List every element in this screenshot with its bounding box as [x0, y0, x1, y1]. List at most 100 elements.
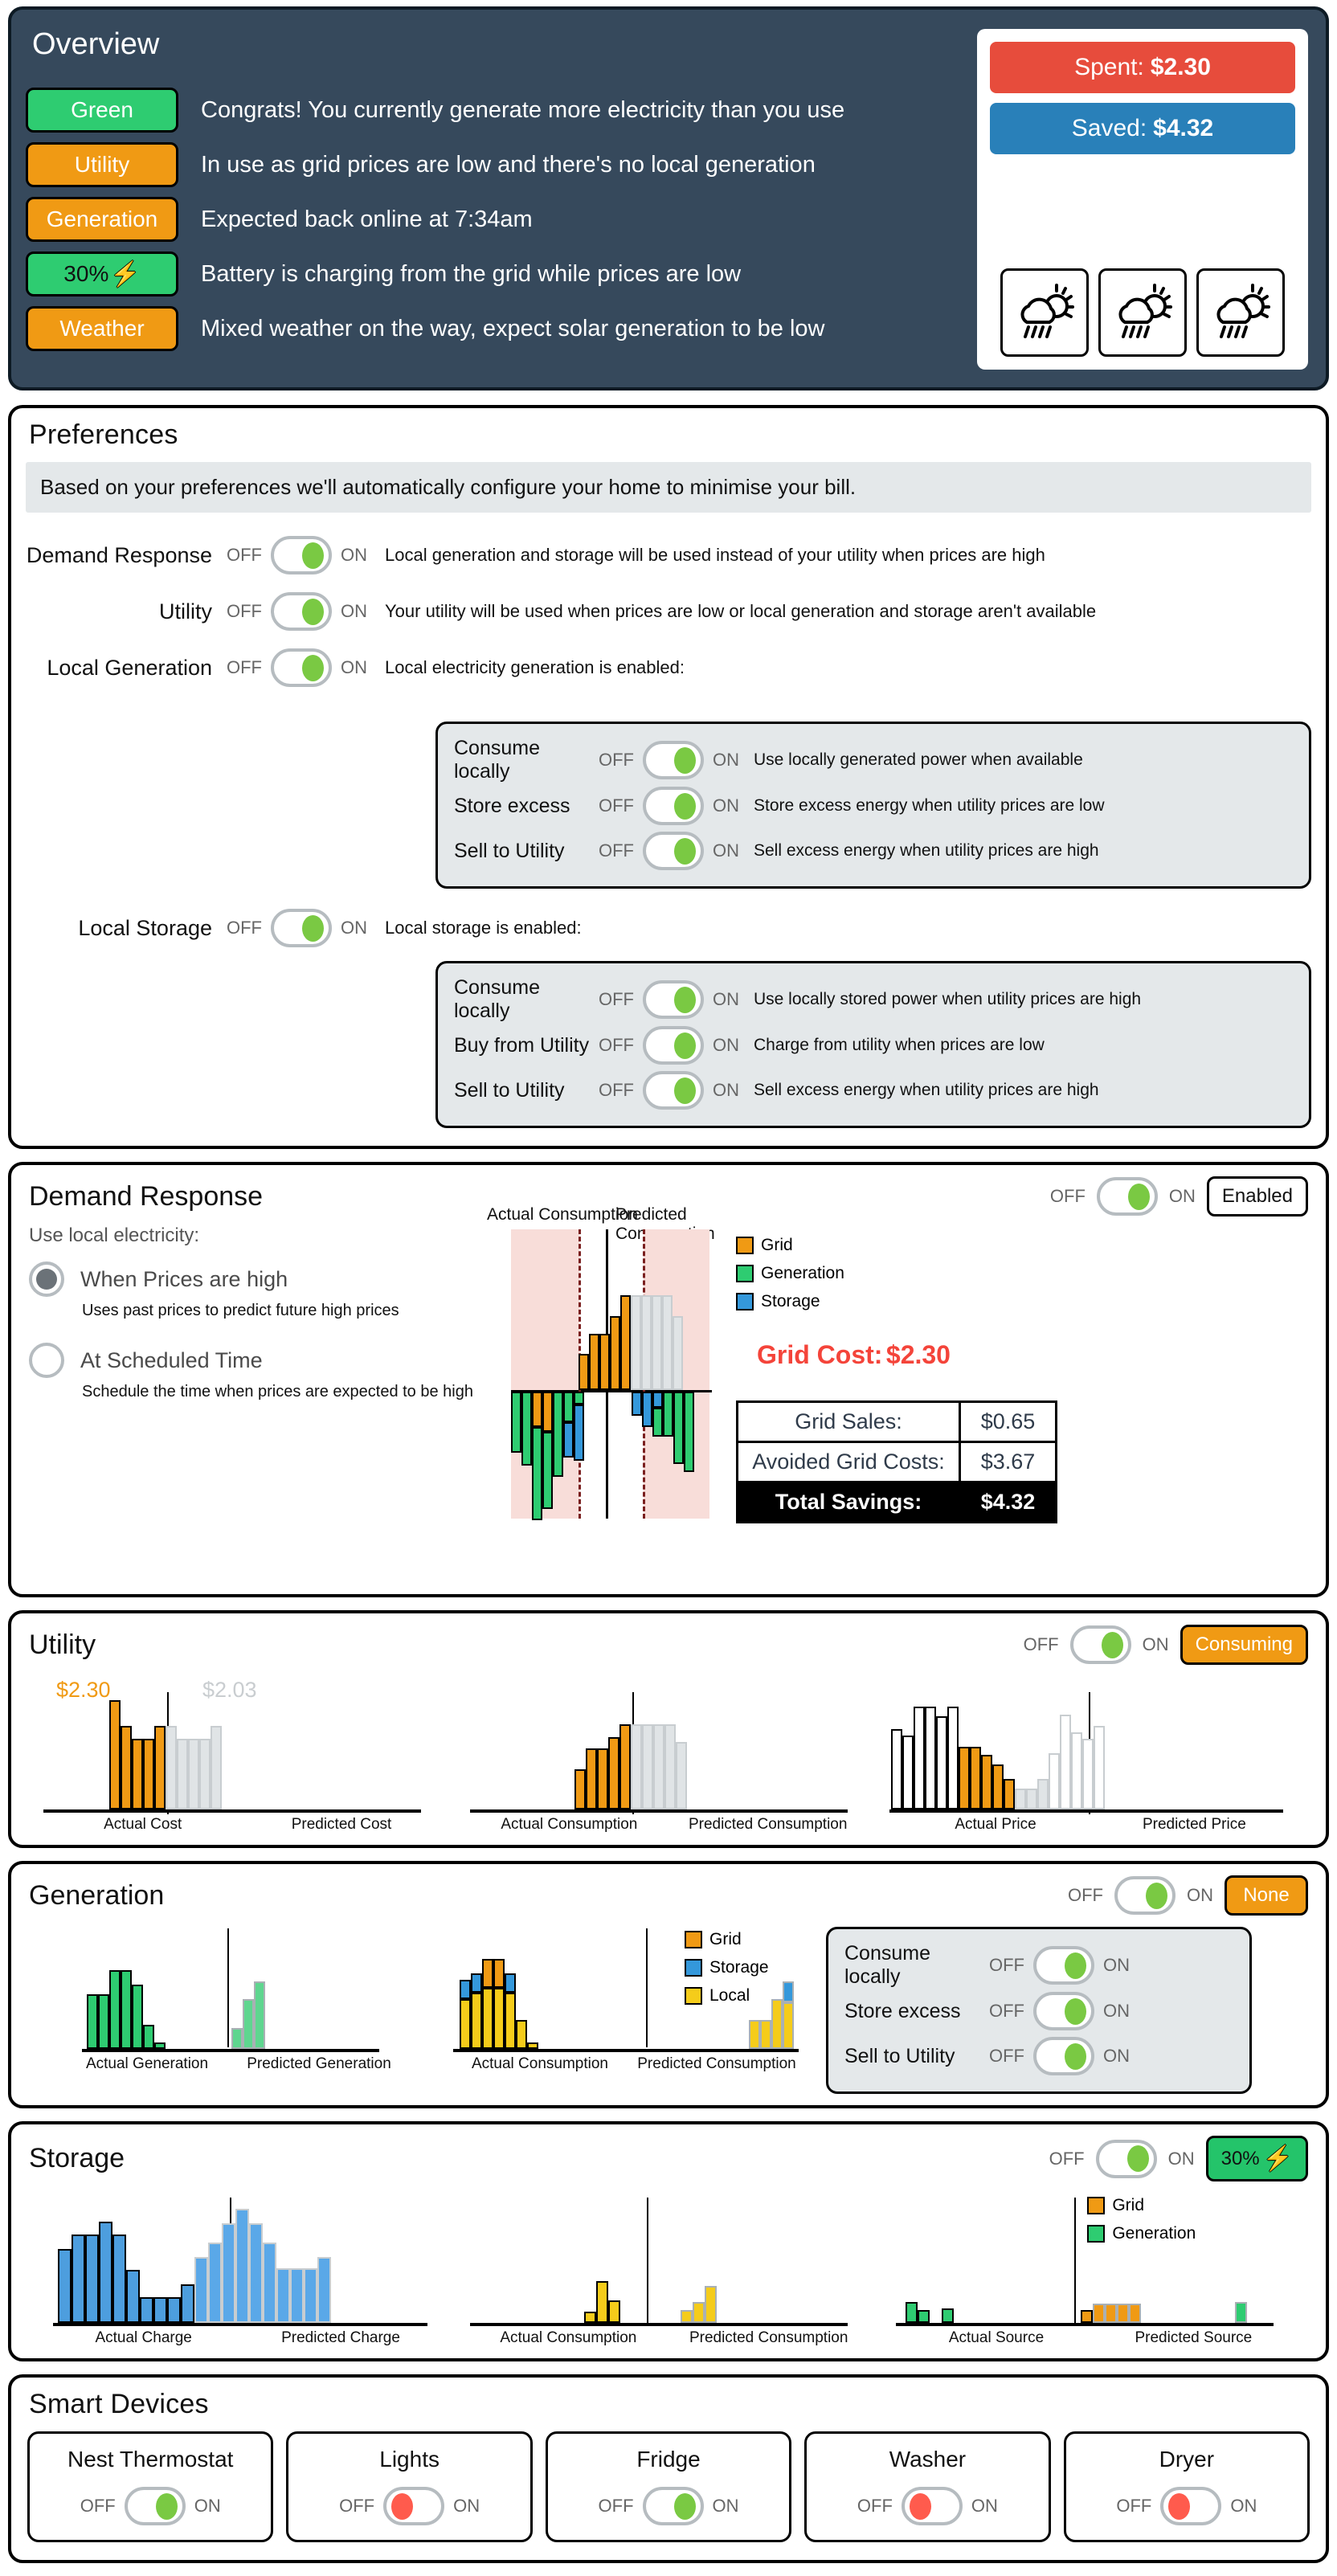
- switch-generation-sell-to-utility[interactable]: [643, 832, 704, 870]
- bar-actual-charge: [126, 2270, 140, 2323]
- bar-actual-consumption: [583, 2312, 596, 2323]
- weather-card-2[interactable]: [1098, 268, 1187, 357]
- bar-generation: [918, 2310, 930, 2323]
- switch-generation-consume-locally[interactable]: [643, 741, 704, 779]
- toggle-dryer[interactable]: OFF ON: [1116, 2487, 1257, 2525]
- bar-grid: [1117, 2304, 1130, 2323]
- switch-generation-store-excess[interactable]: [643, 787, 704, 825]
- utility-status-pill[interactable]: Consuming: [1180, 1625, 1308, 1665]
- toggle-lights[interactable]: OFF ON: [339, 2487, 480, 2525]
- storage-consumption-captions: Actual Consumption Predicted Consumption: [456, 2329, 882, 2347]
- switch-knob: [155, 2492, 178, 2520]
- switch-demand-response[interactable]: [271, 536, 332, 574]
- legend-label-storage: Storage: [761, 1292, 820, 1310]
- toggle-generation-store-excess[interactable]: OFF ON: [599, 787, 739, 825]
- bar-actual-cost: [109, 1700, 121, 1809]
- toggle-utility[interactable]: OFF ON: [227, 592, 367, 631]
- switch-demand-response-section[interactable]: [1096, 1177, 1158, 1216]
- switch-local-storage[interactable]: [271, 909, 332, 947]
- legend-item-storage: Storage: [736, 1292, 844, 1311]
- radio-row-when-prices-high[interactable]: When Prices are high: [29, 1261, 511, 1297]
- bar-predicted-price: [1071, 1732, 1083, 1809]
- toggle-demand-response[interactable]: OFF ON: [227, 536, 367, 574]
- off-label: OFF: [1049, 1186, 1086, 1206]
- toggle-generation-consume-locally[interactable]: OFF ON: [599, 741, 739, 779]
- switch-gen-consume-locally[interactable]: [1033, 1946, 1094, 1985]
- generation-subpanel: Consume locally OFF ON Store excess OFF …: [826, 1927, 1252, 2094]
- generation-controls: OFF ON None: [1068, 1875, 1308, 1916]
- bar-actual-charge: [181, 2284, 194, 2323]
- switch-generation-section[interactable]: [1114, 1876, 1175, 1915]
- toggle-gen-sell-to-utility[interactable]: OFF ON: [989, 2037, 1130, 2075]
- generation-title: Generation: [29, 1879, 165, 1911]
- switch-utility-section[interactable]: [1069, 1625, 1131, 1664]
- toggle-local-storage[interactable]: OFF ON: [227, 909, 367, 947]
- toggle-gen-consume-locally[interactable]: OFF ON: [989, 1946, 1130, 1985]
- weather-card-1[interactable]: [1000, 268, 1089, 357]
- bar-actual-consumption: [607, 2300, 620, 2323]
- smart-devices-list: Nest Thermostat OFF ON Lights OFF ON Fri…: [11, 2420, 1326, 2560]
- switch-lights[interactable]: [383, 2487, 445, 2525]
- radio-at-scheduled-time[interactable]: [29, 1343, 64, 1378]
- switch-dryer[interactable]: [1160, 2487, 1222, 2525]
- weather-card-3[interactable]: [1196, 268, 1285, 357]
- toggle-fridge[interactable]: OFF ON: [599, 2487, 739, 2525]
- storage-status-pill[interactable]: 30% ⚡: [1205, 2136, 1308, 2181]
- switch-gen-store-excess[interactable]: [1033, 1992, 1094, 2030]
- switch-knob: [1065, 2042, 1086, 2070]
- switch-local-generation[interactable]: [271, 648, 332, 687]
- spent-bar: Spent: $2.30: [990, 42, 1295, 93]
- caption-predicted-generation: Predicted Generation: [247, 2055, 391, 2072]
- utility-consumption-captions: Actual Consumption Predicted Consumption: [456, 1816, 882, 1834]
- status-badge-green[interactable]: Green: [26, 88, 178, 133]
- bar-predicted-cost: [177, 1739, 188, 1809]
- toggle-nest-thermostat[interactable]: OFF ON: [80, 2487, 221, 2525]
- bar-stack: [632, 1392, 642, 1416]
- toggle-storage-buy-from-utility[interactable]: OFF ON: [599, 1026, 739, 1065]
- toggle-storage-consume-locally[interactable]: OFF ON: [599, 980, 739, 1019]
- legend-item-generation: Generation: [1087, 2224, 1196, 2243]
- overview-status-rows: Green Congrats! You currently generate m…: [26, 83, 969, 356]
- subrow-gen-sell-to-utility: Sell to Utility OFF ON: [844, 2034, 1233, 2079]
- device-dryer[interactable]: Dryer OFF ON: [1063, 2431, 1310, 2542]
- legend-swatch-generation: [736, 1265, 754, 1282]
- toggle-washer[interactable]: OFF ON: [857, 2487, 998, 2525]
- lightning-bolt-icon: ⚡: [1262, 2145, 1293, 2172]
- switch-storage-consume-locally[interactable]: [643, 980, 704, 1019]
- switch-storage-buy-from-utility[interactable]: [643, 1026, 704, 1065]
- device-nest-thermostat[interactable]: Nest Thermostat OFF ON: [27, 2431, 274, 2542]
- device-washer[interactable]: Washer OFF ON: [804, 2431, 1051, 2542]
- on-label: ON: [341, 657, 367, 677]
- toggle-generation-sell-to-utility[interactable]: OFF ON: [599, 832, 739, 870]
- total-savings-label: Total Savings:: [736, 1481, 961, 1523]
- toggle-gen-store-excess[interactable]: OFF ON: [989, 1992, 1130, 2030]
- status-badge-battery[interactable]: 30% ⚡: [26, 251, 178, 296]
- toggle-storage-sell-to-utility[interactable]: OFF ON: [599, 1071, 739, 1110]
- switch-knob: [673, 2492, 696, 2520]
- switch-washer[interactable]: [901, 2487, 963, 2525]
- switch-storage-section[interactable]: [1095, 2139, 1157, 2178]
- device-fridge[interactable]: Fridge OFF ON: [545, 2431, 792, 2542]
- status-badge-generation[interactable]: Generation: [26, 197, 178, 242]
- x-axis-line: [453, 2049, 799, 2052]
- sub-label-sell-to-utility: Sell to Utility: [844, 2044, 955, 2067]
- switch-nest-thermostat[interactable]: [124, 2487, 186, 2525]
- toggle-local-generation[interactable]: OFF ON: [227, 648, 367, 687]
- radio-row-at-scheduled-time[interactable]: At Scheduled Time: [29, 1343, 511, 1378]
- demand-response-status-pill[interactable]: Enabled: [1206, 1176, 1308, 1216]
- preferences-storage-row-wrap: Local Storage OFF ON Local storage is en…: [11, 900, 1326, 953]
- bar-actual-generation: [121, 1970, 132, 2049]
- radio-when-prices-high[interactable]: [29, 1261, 64, 1297]
- switch-gen-sell-to-utility[interactable]: [1033, 2037, 1094, 2075]
- device-lights[interactable]: Lights OFF ON: [286, 2431, 533, 2542]
- bar-predicted: [641, 1295, 652, 1390]
- status-badge-weather[interactable]: Weather: [26, 306, 178, 351]
- switch-fridge[interactable]: [642, 2487, 704, 2525]
- status-badge-utility[interactable]: Utility: [26, 142, 178, 187]
- table-row: Grid Sales: $0.65: [736, 1400, 1057, 1443]
- bar-stack: [460, 1980, 471, 2049]
- switch-storage-sell-to-utility[interactable]: [643, 1071, 704, 1110]
- switch-utility[interactable]: [271, 592, 332, 631]
- device-name-washer: Washer: [889, 2447, 967, 2472]
- generation-status-pill[interactable]: None: [1225, 1875, 1308, 1916]
